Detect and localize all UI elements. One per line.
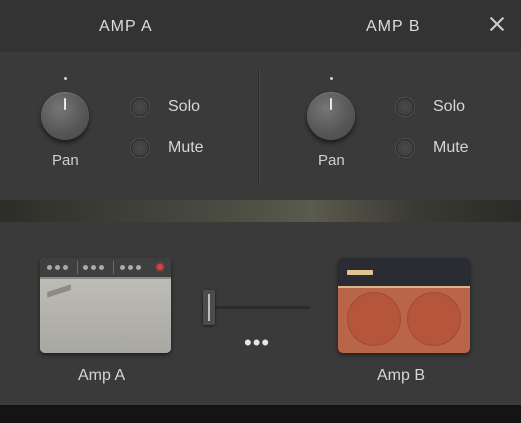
amp-a-pan-knob[interactable]: [41, 92, 89, 140]
knob-pointer: [64, 98, 66, 110]
amp-a-control-panel: [40, 258, 171, 279]
pan-center-marker: [64, 77, 67, 80]
amp-knob-dot: [128, 265, 133, 270]
amp-b-solo-toggle[interactable]: [396, 98, 414, 116]
amp-knob-dot: [55, 265, 60, 270]
amp-knob-dot: [91, 265, 96, 270]
amp-b-pan-label: Pan: [318, 152, 345, 169]
amp-b-mute-toggle[interactable]: [396, 139, 414, 157]
pan-center-marker: [330, 77, 333, 80]
background-strip-middle: [0, 200, 521, 222]
amp-knob-dot: [136, 265, 141, 270]
panel-separator: [77, 261, 78, 274]
amp-knob-dot: [63, 265, 68, 270]
amp-knob-dot: [83, 265, 88, 270]
amp-b-mute-label[interactable]: Mute: [433, 139, 469, 157]
amp-a-label: Amp A: [78, 367, 126, 384]
knob-pointer: [330, 98, 332, 110]
crossfade-handle[interactable]: [203, 290, 215, 325]
amp-a-mute-label[interactable]: Mute: [168, 139, 204, 157]
amp-a-mute-toggle[interactable]: [131, 139, 149, 157]
more-options-icon[interactable]: •••: [244, 332, 270, 354]
amp-a-solo-toggle[interactable]: [131, 98, 149, 116]
amp-a-title: AMP A: [99, 18, 153, 35]
speaker-icon: [407, 292, 461, 346]
channel-header: AMP A AMP B: [0, 0, 521, 52]
channel-panel: AMP A AMP B Pan Solo Mute Pan Solo Mute: [0, 0, 521, 206]
bottom-edge: [0, 405, 521, 423]
amp-knob-dot: [120, 265, 125, 270]
handle-grip: [208, 294, 210, 321]
panel-separator: [113, 261, 114, 274]
speaker-icon: [347, 292, 401, 346]
crossfade-track[interactable]: [202, 306, 310, 309]
amp-a-solo-label[interactable]: Solo: [168, 98, 200, 116]
amp-b-label: Amp B: [377, 367, 426, 384]
amp-b-title: AMP B: [366, 18, 421, 35]
amp-b-pan-knob[interactable]: [307, 92, 355, 140]
power-led-icon: [157, 264, 163, 270]
amp-knob-dot: [99, 265, 104, 270]
amp-b-solo-label[interactable]: Solo: [433, 98, 465, 116]
amp-b-control-panel: [338, 258, 470, 288]
amp-knob-dot: [47, 265, 52, 270]
amp-a-cabinet[interactable]: [40, 258, 171, 353]
amp-b-cabinet[interactable]: [338, 258, 470, 353]
channel-divider: [258, 68, 259, 186]
amp-b-badge: [347, 270, 373, 275]
amp-a-pan-label: Pan: [52, 152, 79, 169]
close-icon[interactable]: [489, 16, 505, 32]
